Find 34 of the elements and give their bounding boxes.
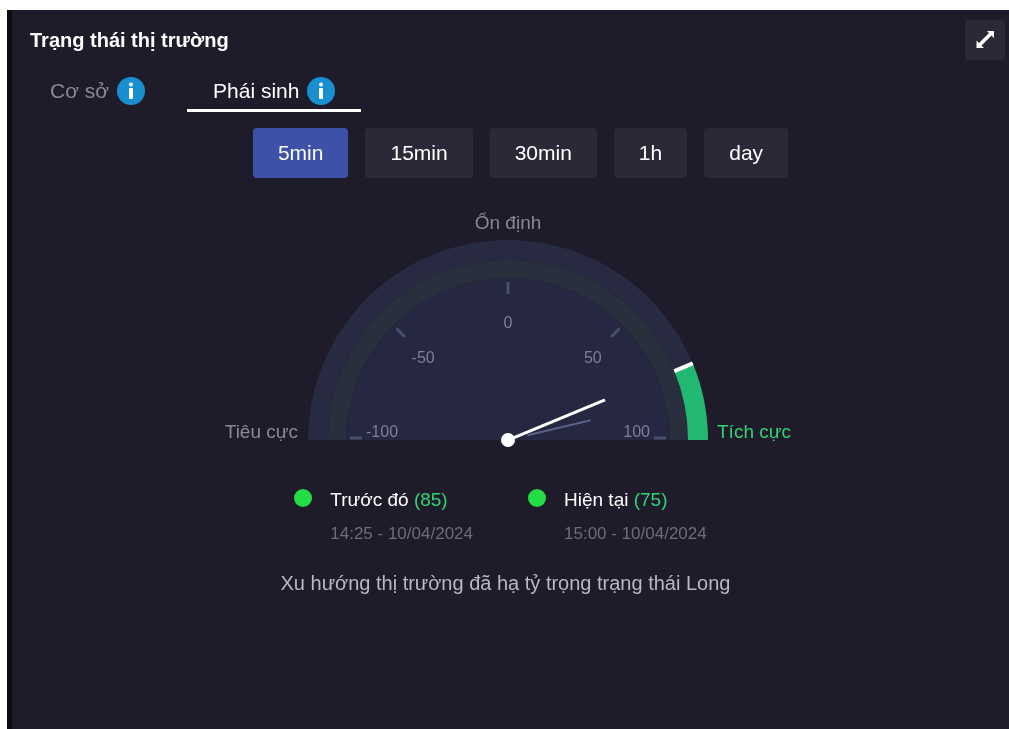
- expand-icon: [974, 29, 996, 51]
- tab[interactable]: Phái sinh: [187, 72, 362, 112]
- timeframe-button[interactable]: 1h: [613, 128, 688, 178]
- previous-needle: [525, 419, 592, 437]
- legend-time: 15:00 - 10/04/2024: [564, 522, 707, 545]
- summary-text: Xu hướng thị trường đã hạ tỷ trọng trạng thái Long: [280, 571, 731, 596]
- timeframe-button[interactable]: 30min: [489, 128, 597, 178]
- tick-label: 50: [583, 349, 602, 367]
- tab[interactable]: Cơ sở: [38, 72, 158, 112]
- legend-time: 14:25 - 10/04/2024: [330, 522, 473, 545]
- tick-label: -100: [365, 423, 398, 440]
- gauge-tick: [609, 327, 621, 338]
- panel-title: Trạng thái thị trường: [30, 28, 229, 53]
- info-icon: [307, 76, 336, 105]
- timeframe-button[interactable]: 5min: [252, 128, 349, 178]
- legend-label: Hiện tại: [564, 489, 629, 510]
- positive-label: Tích cực: [716, 421, 791, 442]
- legend-label: Trước đó: [330, 489, 409, 510]
- legend-value: (75): [633, 489, 668, 510]
- tick-label: 0: [503, 314, 512, 331]
- gauge-tick: [506, 282, 509, 294]
- info-icon: [117, 76, 146, 105]
- expand-button[interactable]: [965, 20, 1005, 60]
- stable-label: Ổn định: [474, 212, 541, 233]
- legend-value: (85): [413, 489, 448, 510]
- tick-label: 100: [622, 423, 650, 440]
- gauge-tick: [394, 327, 406, 338]
- current-marker: [673, 361, 694, 373]
- gauge-tick: [653, 436, 666, 440]
- tick-label: -50: [411, 349, 435, 367]
- gauge-tick: [349, 436, 362, 440]
- negative-label: Tiêu cực: [224, 421, 298, 442]
- timeframe-button[interactable]: 15min: [365, 128, 473, 178]
- timeframe-button[interactable]: day: [704, 128, 789, 178]
